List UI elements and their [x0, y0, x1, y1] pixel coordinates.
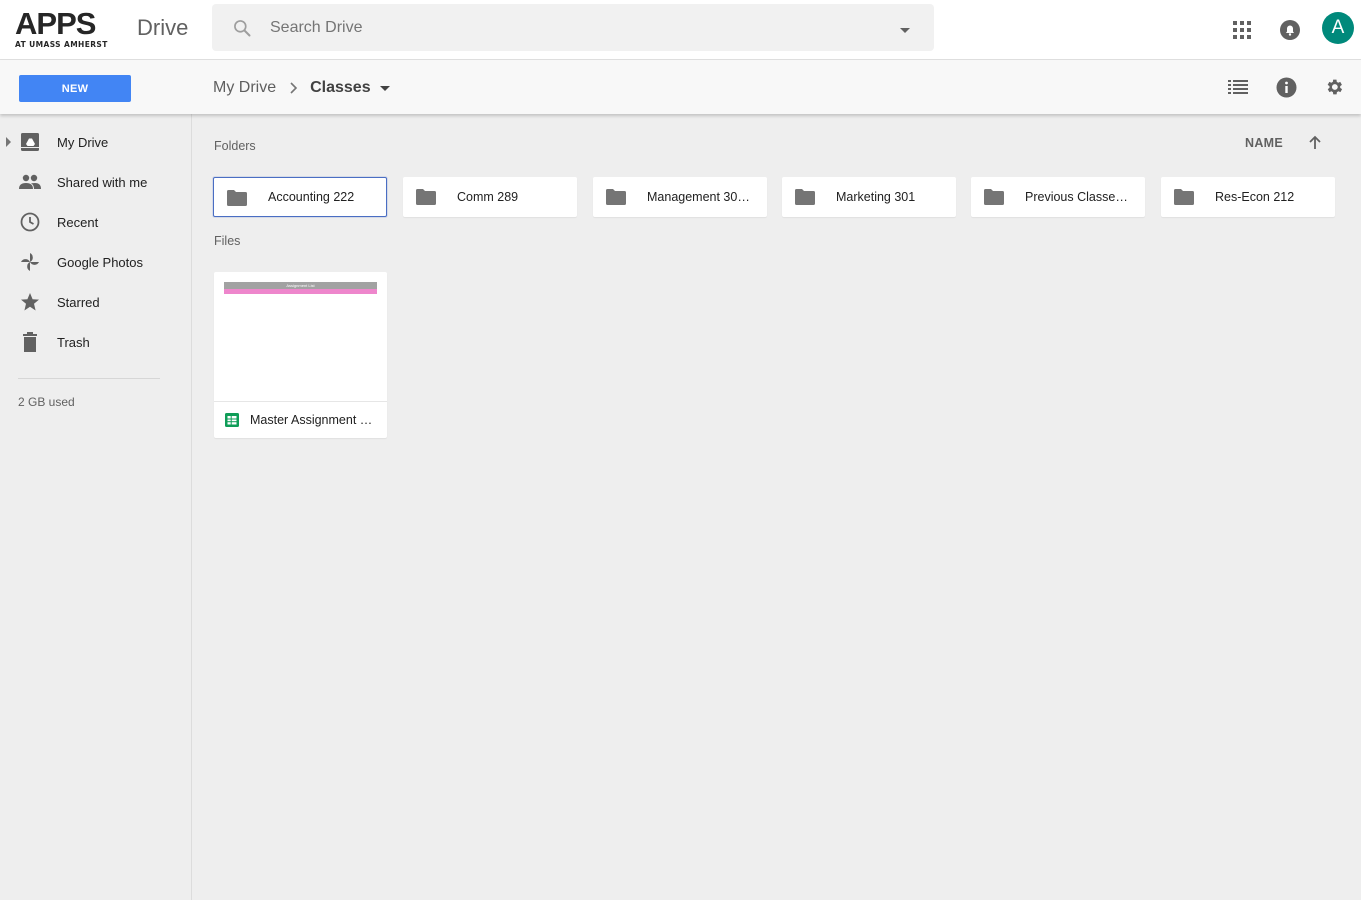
- sidebar-divider: [18, 378, 160, 379]
- google-sheets-icon: [225, 413, 239, 427]
- storage-usage[interactable]: 2 GB used: [18, 395, 75, 409]
- info-icon[interactable]: [1274, 75, 1298, 99]
- folders-section-label: Folders: [214, 139, 256, 153]
- settings-gear-icon[interactable]: [1322, 75, 1346, 99]
- sidebar-item-label: Trash: [57, 334, 90, 350]
- sidebar-item-label: Google Photos: [57, 254, 144, 270]
- folder-icon: [984, 189, 1004, 205]
- folder-icon: [1174, 189, 1194, 205]
- folder-item[interactable]: Previous Classe…: [971, 177, 1145, 217]
- folder-icon: [416, 189, 436, 205]
- file-caption[interactable]: Master Assignment …: [214, 402, 387, 438]
- pinwheel-icon: [19, 251, 41, 273]
- folder-item[interactable]: Management 30…: [593, 177, 767, 217]
- file-thumbnail[interactable]: Assignment List: [214, 272, 387, 402]
- folder-name: Res-Econ 212: [1215, 190, 1295, 204]
- files-section-label: Files: [214, 234, 241, 248]
- search-input[interactable]: [270, 16, 870, 40]
- search-options-caret-icon[interactable]: [900, 28, 910, 33]
- folder-item[interactable]: Marketing 301: [782, 177, 956, 217]
- folder-icon: [227, 190, 247, 206]
- sidebar-item-label: Recent: [57, 214, 99, 230]
- folder-item[interactable]: Accounting 222: [213, 177, 387, 217]
- trash-icon: [19, 331, 41, 353]
- sidebar-item-label: My Drive: [57, 134, 109, 150]
- logo-subtitle: AT UMASS AMHERST: [15, 40, 108, 49]
- top-header: APPS AT UMASS AMHERST Drive A: [0, 0, 1361, 60]
- sidebar: My Drive Shared with me Recent Google Ph…: [0, 114, 192, 900]
- folder-name: Accounting 222: [268, 190, 355, 204]
- logo-wordmark: APPS: [15, 6, 96, 41]
- sidebar-item-shared-with-me[interactable]: Shared with me: [0, 164, 191, 200]
- breadcrumb-classes[interactable]: Classes: [310, 79, 371, 97]
- sidebar-item-trash[interactable]: Trash: [0, 324, 191, 360]
- sidebar-item-starred[interactable]: Starred: [0, 284, 191, 320]
- thumbnail-header-row: [224, 289, 377, 294]
- folder-name: Comm 289: [457, 190, 519, 204]
- drive-icon: [19, 131, 41, 153]
- apps-grid-icon[interactable]: [1228, 16, 1256, 44]
- arrow-up-icon[interactable]: [1305, 133, 1325, 153]
- folder-name: Marketing 301: [836, 190, 916, 204]
- toolbar: NEW My Drive Classes: [0, 60, 1361, 114]
- apps-umass-logo[interactable]: APPS AT UMASS AMHERST: [15, 6, 108, 50]
- thumbnail-title: Assignment List: [224, 282, 377, 289]
- folder-name: Previous Classe…: [1025, 190, 1128, 204]
- folder-icon: [795, 189, 815, 205]
- folder-name: Management 30…: [647, 190, 750, 204]
- search-box[interactable]: [212, 4, 934, 51]
- list-view-icon[interactable]: [1226, 75, 1250, 99]
- star-icon: [19, 291, 41, 313]
- breadcrumb-my-drive[interactable]: My Drive: [213, 79, 276, 97]
- main-content: Folders NAME Accounting 222 Comm 289 Man…: [192, 114, 1361, 900]
- people-icon: [19, 171, 41, 193]
- chevron-right-icon: [290, 82, 298, 94]
- folder-menu-caret-icon[interactable]: [379, 85, 390, 91]
- notifications-bell-icon[interactable]: [1276, 16, 1304, 44]
- folder-icon: [606, 189, 626, 205]
- breadcrumb: My Drive Classes: [213, 77, 390, 99]
- folder-item[interactable]: Comm 289: [403, 177, 577, 217]
- sidebar-item-google-photos[interactable]: Google Photos: [0, 244, 191, 280]
- file-item[interactable]: Assignment List Master Assignment …: [214, 272, 387, 438]
- sidebar-item-label: Starred: [57, 294, 100, 310]
- search-icon[interactable]: [232, 18, 252, 38]
- clock-icon: [19, 211, 41, 233]
- sidebar-item-my-drive[interactable]: My Drive: [0, 124, 191, 160]
- product-name[interactable]: Drive: [137, 15, 188, 41]
- sidebar-item-recent[interactable]: Recent: [0, 204, 191, 240]
- sort-by-name-button[interactable]: NAME: [1245, 136, 1283, 150]
- folder-item[interactable]: Res-Econ 212: [1161, 177, 1335, 217]
- sidebar-item-label: Shared with me: [57, 174, 148, 190]
- account-avatar[interactable]: A: [1322, 12, 1354, 44]
- expand-arrow-icon[interactable]: [6, 137, 11, 147]
- file-name: Master Assignment …: [250, 413, 373, 427]
- new-button[interactable]: NEW: [19, 75, 131, 102]
